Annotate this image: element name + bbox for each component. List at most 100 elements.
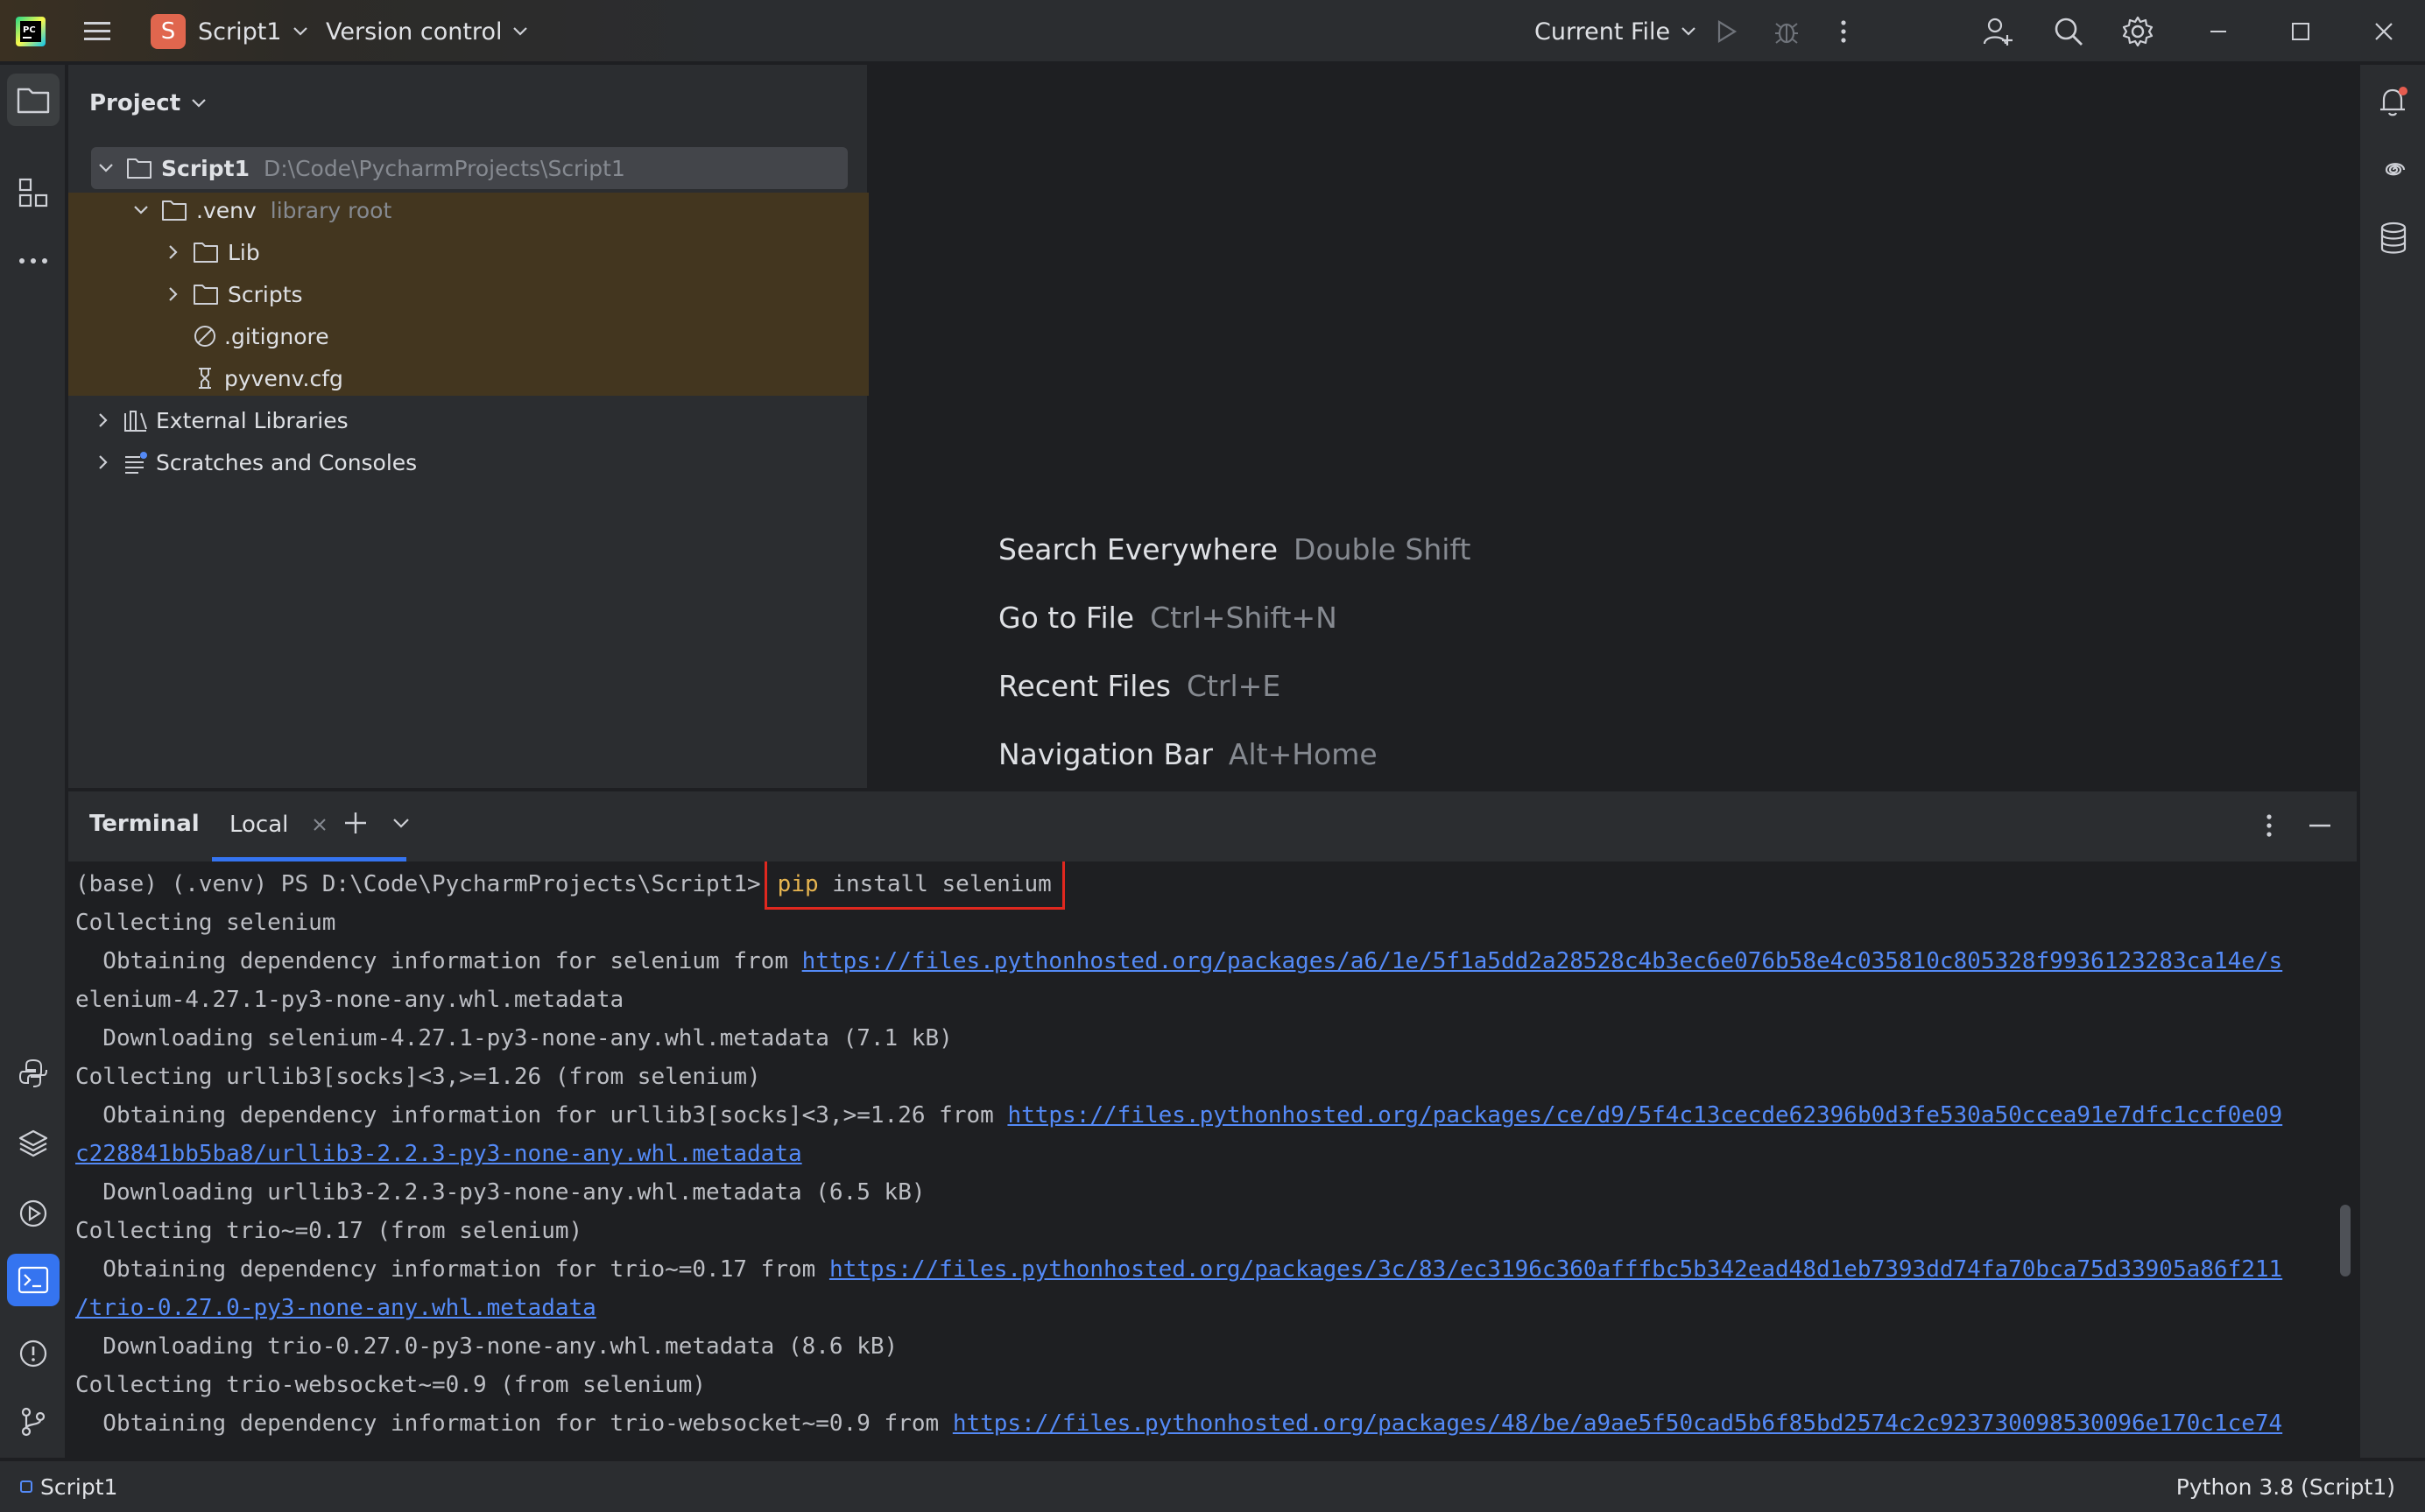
tab-label: Local	[229, 811, 289, 838]
terminal-output[interactable]: (base) (.venv) PS D:\Code\PycharmProject…	[68, 861, 2357, 1459]
close-tab-icon[interactable]	[313, 818, 327, 832]
more-actions-button[interactable]	[1839, 0, 1848, 63]
vcs-label: Version control	[326, 18, 503, 46]
terminal-line: Downloading selenium-4.27.1-py3-none-any…	[75, 1019, 953, 1058]
chevron-right-icon[interactable]	[168, 244, 179, 260]
project-tool-button[interactable]	[7, 74, 60, 126]
services-button[interactable]	[7, 1187, 60, 1240]
terminal-link[interactable]: /trio-0.27.0-py3-none-any.whl.metadata	[75, 1295, 596, 1321]
debug-button[interactable]	[1773, 0, 1801, 63]
search-icon	[2053, 16, 2084, 47]
git-branch-icon	[18, 1406, 49, 1438]
chevron-down-icon[interactable]	[98, 163, 114, 173]
pycharm-logo[interactable]: PC	[16, 0, 46, 63]
notifications-button[interactable]	[2367, 75, 2420, 128]
terminal-link[interactable]: https://files.pythonhosted.org/packages/…	[829, 1256, 2282, 1283]
project-switcher[interactable]: S Script1	[151, 0, 308, 63]
hint-label: Search Everywhere	[998, 532, 1278, 566]
terminal-link[interactable]: c228841bb5ba8/urllib3-2.2.3-py3-none-any…	[75, 1141, 802, 1167]
terminal-line: Obtaining dependency information for sel…	[75, 942, 2282, 981]
tab-local[interactable]: Local	[212, 791, 406, 861]
tree-node-external-libraries[interactable]: External Libraries	[91, 399, 349, 441]
hint-shortcut: Alt+Home	[1228, 737, 1378, 771]
terminal-line: Collecting trio~=0.17 (from selenium)	[75, 1212, 582, 1250]
maximize-button[interactable]	[2291, 0, 2310, 63]
tree-label: .gitignore	[224, 323, 329, 349]
line-text: Collecting urllib3[socks]<3,>=1.26 (from…	[75, 1064, 761, 1090]
library-icon	[123, 408, 149, 433]
run-button[interactable]	[1713, 0, 1739, 63]
more-tool-windows-button[interactable]	[7, 235, 60, 287]
git-tool-button[interactable]	[7, 1396, 60, 1448]
terminal-link[interactable]: https://files.pythonhosted.org/packages/…	[953, 1410, 2282, 1437]
hide-terminal-button[interactable]	[2309, 823, 2331, 828]
hint-shortcut: Ctrl+Shift+N	[1150, 601, 1337, 635]
line-text: Obtaining dependency information for tri…	[75, 1256, 829, 1283]
terminal-header: Terminal Local	[68, 791, 2357, 861]
terminal-options-button[interactable]	[2265, 812, 2273, 839]
interpreter-label: Python 3.8 (Script1)	[2175, 1473, 2395, 1500]
terminal-title: Terminal	[89, 811, 200, 837]
terminal-link[interactable]: https://files.pythonhosted.org/packages/…	[802, 948, 2283, 974]
bell-icon	[2377, 85, 2410, 118]
search-button[interactable]	[2053, 0, 2084, 63]
line-text: Downloading selenium-4.27.1-py3-none-any…	[75, 1025, 953, 1051]
ai-assistant-button[interactable]	[2367, 144, 2420, 196]
python-packages-button[interactable]	[7, 1117, 60, 1170]
tree-node-lib[interactable]: Lib	[161, 231, 260, 273]
chevron-down-icon[interactable]	[133, 205, 149, 215]
terminal-line: Collecting urllib3[socks]<3,>=1.26 (from…	[75, 1058, 761, 1096]
chevron-right-icon[interactable]	[98, 412, 109, 428]
close-button[interactable]	[2373, 0, 2394, 63]
tree-label: .venv	[196, 197, 257, 223]
terminal-line: Obtaining dependency information for tri…	[75, 1404, 2282, 1443]
tab-options-button[interactable]	[392, 818, 410, 830]
hint-go-to-file: Go to File Ctrl+Shift+N	[998, 601, 1337, 635]
status-project-breadcrumb[interactable]: Script1	[19, 1461, 117, 1512]
spiral-icon	[2378, 154, 2409, 186]
tree-node-pyvenv-cfg[interactable]: pyvenv.cfg	[193, 357, 343, 399]
chevron-right-icon[interactable]	[98, 454, 109, 470]
python-console-button[interactable]	[7, 1047, 60, 1100]
chevron-right-icon[interactable]	[168, 286, 179, 302]
command-args: install selenium	[818, 871, 1052, 897]
run-configuration-selector[interactable]: Current File	[1534, 0, 1696, 63]
tree-node-script1[interactable]: Script1 D:\Code\PycharmProjects\Script1	[91, 147, 625, 189]
minimize-button[interactable]	[2209, 0, 2228, 63]
hint-label: Go to File	[998, 601, 1135, 635]
hint-shortcut: Ctrl+E	[1186, 669, 1281, 703]
maximize-icon	[2291, 22, 2310, 41]
terminal-link[interactable]: https://files.pythonhosted.org/packages/…	[1007, 1102, 2282, 1129]
problems-tool-button[interactable]	[7, 1327, 60, 1380]
terminal-scrollbar-thumb[interactable]	[2340, 1205, 2351, 1276]
database-button[interactable]	[2367, 212, 2420, 264]
hint-label: Recent Files	[998, 669, 1171, 703]
status-interpreter[interactable]: Python 3.8 (Script1)	[2176, 1461, 2395, 1512]
terminal-prompt: (base) (.venv) PS D:\Code\PycharmProject…	[75, 871, 761, 897]
tree-label: pyvenv.cfg	[224, 365, 343, 391]
project-panel-title: Project	[89, 90, 181, 116]
more-vertical-icon	[2265, 812, 2273, 839]
version-control-menu[interactable]: Version control	[326, 0, 528, 63]
tree-node-venv[interactable]: .venv library root	[126, 189, 391, 231]
settings-button[interactable]	[2121, 0, 2154, 63]
chevron-down-icon	[293, 26, 308, 37]
tree-node-gitignore[interactable]: .gitignore	[193, 315, 329, 357]
code-with-me-button[interactable]	[1983, 0, 2014, 63]
project-view-selector[interactable]: Project	[89, 86, 207, 121]
new-tab-button[interactable]	[343, 811, 368, 835]
run-config-label: Current File	[1534, 18, 1671, 46]
structure-tool-button[interactable]	[7, 166, 60, 219]
hint-search-everywhere: Search Everywhere Double Shift	[998, 532, 1470, 566]
project-badge: S	[151, 14, 186, 49]
plus-icon	[343, 811, 368, 835]
tree-node-scratches-and-consoles[interactable]: Scratches and Consoles	[91, 441, 417, 483]
folder-icon	[193, 241, 219, 264]
minimize-icon	[2209, 22, 2228, 41]
layers-icon	[18, 1128, 49, 1159]
terminal-tool-button[interactable]	[7, 1254, 60, 1306]
terminal-line: elenium-4.27.1-py3-none-any.whl.metadata	[75, 981, 624, 1019]
minimize-icon	[2309, 823, 2331, 828]
main-menu-button[interactable]	[82, 0, 112, 63]
tree-node-scripts[interactable]: Scripts	[161, 273, 303, 315]
